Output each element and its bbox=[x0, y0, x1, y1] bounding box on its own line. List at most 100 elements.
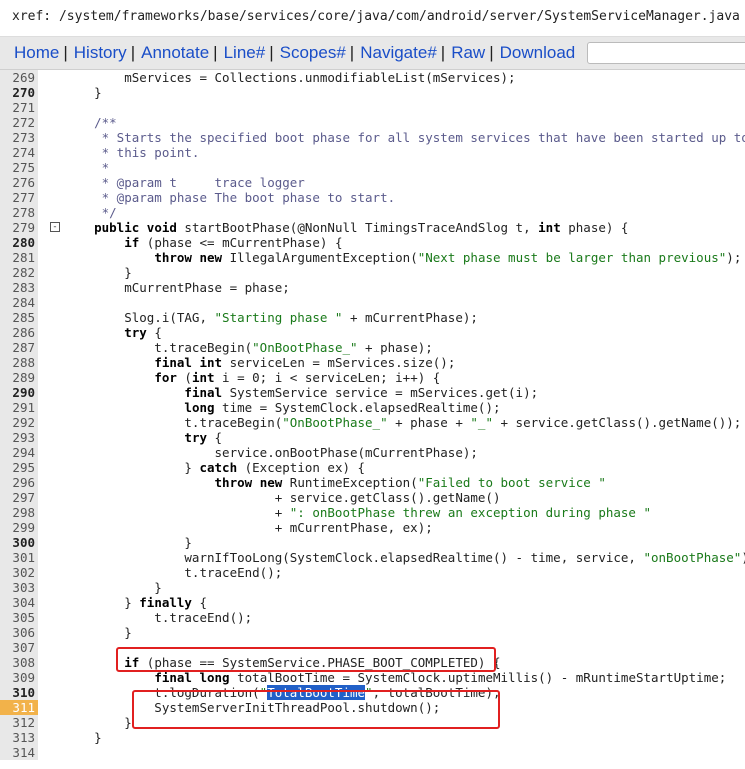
line-number[interactable]: 312 bbox=[0, 715, 38, 730]
code-text: mCurrentPhase = phase; bbox=[64, 280, 290, 295]
line-number[interactable]: 298 bbox=[0, 505, 38, 520]
line-number[interactable]: 271 bbox=[0, 100, 38, 115]
nav-line-number[interactable]: Line# bbox=[224, 43, 266, 63]
code-line: 281 throw new IllegalArgumentException("… bbox=[0, 250, 745, 265]
nav-scopes[interactable]: Scopes# bbox=[280, 43, 346, 63]
line-number[interactable]: 292 bbox=[0, 415, 38, 430]
line-number[interactable]: 314 bbox=[0, 745, 38, 760]
code-text: for (int i = 0; i < serviceLen; i++) { bbox=[154, 370, 441, 385]
line-number[interactable]: 297 bbox=[0, 490, 38, 505]
code-text: service.onBootPhase(mCurrentPhase); bbox=[64, 445, 478, 460]
code-line: 274 * this point. bbox=[0, 145, 745, 160]
code-line: 290 final SystemService service = mServi… bbox=[0, 385, 745, 400]
line-number[interactable]: 303 bbox=[0, 580, 38, 595]
line-number[interactable]: 282 bbox=[0, 265, 38, 280]
code-text: } bbox=[64, 580, 162, 595]
line-number[interactable]: 313 bbox=[0, 730, 38, 745]
line-number[interactable]: 287 bbox=[0, 340, 38, 355]
line-number[interactable]: 283 bbox=[0, 280, 38, 295]
code-text: } bbox=[64, 625, 132, 640]
code-text: long time = SystemClock.elapsedRealtime(… bbox=[184, 400, 501, 415]
code-line: 289 for (int i = 0; i < serviceLen; i++)… bbox=[0, 370, 745, 385]
code-line: 303 } bbox=[0, 580, 745, 595]
fold-toggle-icon[interactable]: - bbox=[50, 222, 60, 232]
code-text: } bbox=[64, 265, 132, 280]
nav-raw[interactable]: Raw bbox=[451, 43, 485, 63]
code-line: 304 } finally { bbox=[0, 595, 745, 610]
nav-separator: | bbox=[63, 43, 68, 62]
line-number[interactable]: 311 bbox=[0, 700, 38, 715]
line-number[interactable]: 307 bbox=[0, 640, 38, 655]
code-line: 286 try { bbox=[0, 325, 745, 340]
code-text: if (phase == SystemService.PHASE_BOOT_CO… bbox=[124, 655, 501, 670]
code-line: 282 } bbox=[0, 265, 745, 280]
code-text: public void startBootPhase(@NonNull Timi… bbox=[94, 220, 629, 235]
line-number[interactable]: 308 bbox=[0, 655, 38, 670]
nav-history[interactable]: History bbox=[74, 43, 127, 63]
line-number[interactable]: 295 bbox=[0, 460, 38, 475]
nav-home[interactable]: Home bbox=[14, 43, 59, 63]
line-number[interactable]: 280 bbox=[0, 235, 38, 250]
line-number[interactable]: 274 bbox=[0, 145, 38, 160]
code-text: t.traceEnd(); bbox=[64, 610, 253, 625]
code-line: 309 final long totalBootTime = SystemClo… bbox=[0, 670, 745, 685]
line-number[interactable]: 294 bbox=[0, 445, 38, 460]
nav-separator: | bbox=[269, 43, 274, 62]
line-number[interactable]: 279 bbox=[0, 220, 38, 235]
code-line: 280 if (phase <= mCurrentPhase) { bbox=[0, 235, 745, 250]
code-line: 294 service.onBootPhase(mCurrentPhase); bbox=[0, 445, 745, 460]
nav-download[interactable]: Download bbox=[500, 43, 576, 63]
code-text: } catch (Exception ex) { bbox=[64, 460, 366, 475]
code-text: warnIfTooLong(SystemClock.elapsedRealtim… bbox=[64, 550, 745, 565]
line-number[interactable]: 275 bbox=[0, 160, 38, 175]
code-line: 314 bbox=[0, 745, 745, 760]
line-number[interactable]: 299 bbox=[0, 520, 38, 535]
line-number[interactable]: 302 bbox=[0, 565, 38, 580]
line-number[interactable]: 305 bbox=[0, 610, 38, 625]
nav-separator: | bbox=[130, 43, 136, 62]
code-line: 299 + mCurrentPhase, ex); bbox=[0, 520, 745, 535]
code-text: t.traceBegin("OnBootPhase_" + phase); bbox=[64, 340, 433, 355]
line-number[interactable]: 269 bbox=[0, 70, 38, 85]
code-line: 308 if (phase == SystemService.PHASE_BOO… bbox=[0, 655, 745, 670]
line-number[interactable]: 309 bbox=[0, 670, 38, 685]
line-number[interactable]: 291 bbox=[0, 400, 38, 415]
code-text: throw new IllegalArgumentException("Next… bbox=[154, 250, 742, 265]
code-text: final long totalBootTime = SystemClock.u… bbox=[154, 670, 727, 685]
line-number[interactable]: 284 bbox=[0, 295, 38, 310]
code-text: t.logDuration("TotalBootTime", totalBoot… bbox=[64, 685, 501, 700]
line-number[interactable]: 278 bbox=[0, 205, 38, 220]
line-number[interactable]: 289 bbox=[0, 370, 38, 385]
code-line: 291 long time = SystemClock.elapsedRealt… bbox=[0, 400, 745, 415]
code-line: 284 bbox=[0, 295, 745, 310]
line-number[interactable]: 273 bbox=[0, 130, 38, 145]
code-line: 307 bbox=[0, 640, 745, 655]
code-line: 271 bbox=[0, 100, 745, 115]
line-number[interactable]: 277 bbox=[0, 190, 38, 205]
nav-navigate[interactable]: Navigate# bbox=[360, 43, 437, 63]
line-number[interactable]: 272 bbox=[0, 115, 38, 130]
code-line: 293 try { bbox=[0, 430, 745, 445]
line-number[interactable]: 286 bbox=[0, 325, 38, 340]
code-line: 292 t.traceBegin("OnBootPhase_" + phase … bbox=[0, 415, 745, 430]
code-line: 313 } bbox=[0, 730, 745, 745]
code-line: 296 throw new RuntimeException("Failed t… bbox=[0, 475, 745, 490]
line-number[interactable]: 270 bbox=[0, 85, 38, 100]
line-number[interactable]: 310 bbox=[0, 685, 38, 700]
line-number[interactable]: 301 bbox=[0, 550, 38, 565]
line-number[interactable]: 281 bbox=[0, 250, 38, 265]
nav-annotate[interactable]: Annotate bbox=[141, 43, 209, 63]
line-number[interactable]: 296 bbox=[0, 475, 38, 490]
line-number[interactable]: 304 bbox=[0, 595, 38, 610]
search-input[interactable] bbox=[587, 42, 745, 64]
nav-separator: | bbox=[213, 43, 218, 62]
line-number[interactable]: 293 bbox=[0, 430, 38, 445]
line-number[interactable]: 285 bbox=[0, 310, 38, 325]
line-number[interactable]: 306 bbox=[0, 625, 38, 640]
line-number[interactable]: 276 bbox=[0, 175, 38, 190]
code-line: 272 /** bbox=[0, 115, 745, 130]
line-number[interactable]: 288 bbox=[0, 355, 38, 370]
code-text: } bbox=[64, 715, 132, 730]
line-number[interactable]: 300 bbox=[0, 535, 38, 550]
line-number[interactable]: 290 bbox=[0, 385, 38, 400]
